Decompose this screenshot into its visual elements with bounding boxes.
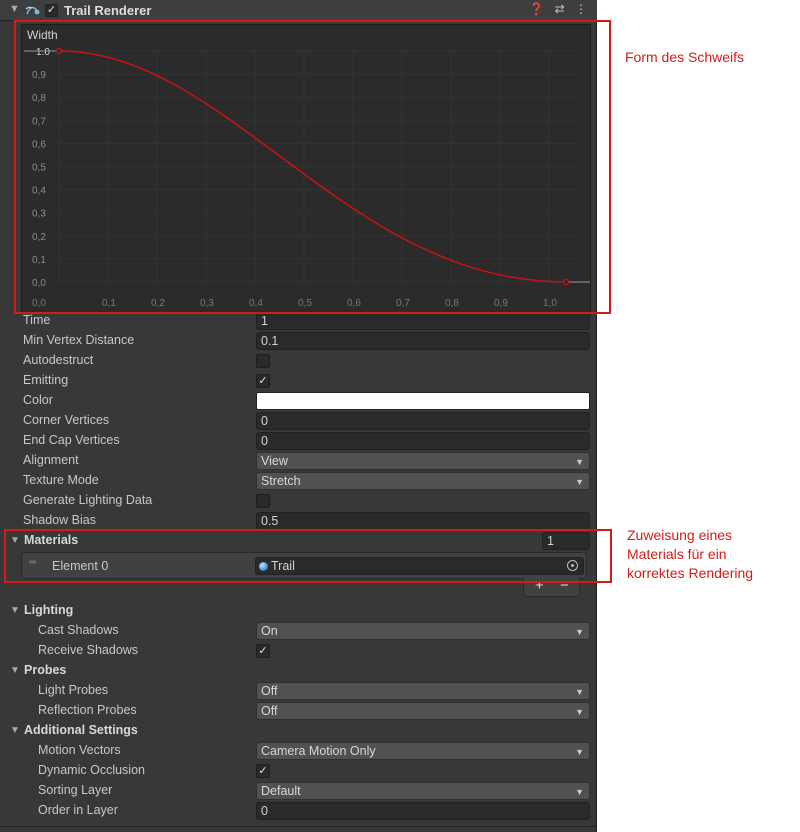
dropdown-arrow-icon: ▼ (575, 477, 584, 487)
sorting-layer-value: Default (261, 784, 301, 798)
receive-shadows-row: Receive Shadows ✓ (0, 641, 597, 661)
dynamic-occlusion-label: Dynamic Occlusion (38, 763, 145, 777)
receive-shadows-label: Receive Shadows (38, 643, 139, 657)
generate-lighting-data-label: Generate Lighting Data (23, 493, 153, 507)
lighting-header[interactable]: ▼ Lighting (0, 601, 597, 621)
dynamic-occlusion-row: Dynamic Occlusion ✓ (0, 761, 597, 781)
sorting-layer-label: Sorting Layer (38, 783, 113, 797)
min-vertex-distance-row: Min Vertex Distance 0.1 (0, 331, 597, 351)
reflection-probes-row: Reflection Probes Off ▼ (0, 701, 597, 721)
light-probes-label: Light Probes (38, 683, 109, 697)
dropdown-arrow-icon: ▼ (575, 707, 584, 717)
trail-renderer-icon (25, 6, 40, 15)
component-title: Trail Renderer (64, 3, 152, 18)
shadow-bias-label: Shadow Bias (23, 513, 96, 527)
probes-label: Probes (24, 663, 67, 677)
corner-vertices-field[interactable]: 0 (256, 412, 590, 430)
dropdown-arrow-icon: ▼ (575, 457, 584, 467)
sorting-layer-dropdown[interactable]: Default ▼ (256, 782, 590, 800)
order-in-layer-field[interactable]: 0 (256, 802, 590, 820)
alignment-row: Alignment View ▼ (0, 451, 597, 471)
motion-vectors-value: Camera Motion Only (261, 744, 376, 758)
material-annotation-text: Zuweisung eines Materials für ein korrek… (627, 526, 753, 583)
corner-vertices-label: Corner Vertices (23, 413, 110, 427)
color-swatch[interactable] (256, 392, 590, 410)
end-cap-vertices-label: End Cap Vertices (23, 433, 120, 447)
sorting-layer-row: Sorting Layer Default ▼ (0, 781, 597, 801)
lighting-label: Lighting (24, 603, 74, 617)
alignment-dropdown[interactable]: View ▼ (256, 452, 590, 470)
curve-annotation-box (14, 20, 611, 314)
component-header[interactable]: ▼ ✓ Trail Renderer ❓ ⇄ ⋮ (0, 0, 597, 21)
autodestruct-checkbox[interactable] (256, 354, 270, 368)
motion-vectors-row: Motion Vectors Camera Motion Only ▼ (0, 741, 597, 761)
light-probes-row: Light Probes Off ▼ (0, 681, 597, 701)
reflection-probes-label: Reflection Probes (38, 703, 137, 717)
cast-shadows-label: Cast Shadows (38, 623, 119, 637)
emitting-checkbox[interactable]: ✓ (256, 374, 270, 388)
dropdown-arrow-icon: ▼ (575, 787, 584, 797)
time-field[interactable]: 1 (256, 312, 590, 330)
order-in-layer-row: Order in Layer 0 (0, 801, 597, 821)
receive-shadows-checkbox[interactable]: ✓ (256, 644, 270, 658)
min-vertex-distance-label: Min Vertex Distance (23, 333, 135, 347)
panel-divider (0, 826, 597, 827)
material-annotation-line: Zuweisung eines (627, 527, 733, 543)
collapse-arrow-icon[interactable]: ▼ (10, 605, 20, 616)
corner-vertices-row: Corner Vertices 0 (0, 411, 597, 431)
reflection-probes-value: Off (261, 704, 278, 718)
dropdown-arrow-icon: ▼ (575, 747, 584, 757)
shadow-bias-row: Shadow Bias 0.5 (0, 511, 597, 531)
additional-settings-label: Additional Settings (24, 723, 138, 737)
texture-mode-label: Texture Mode (23, 473, 99, 487)
dynamic-occlusion-checkbox[interactable]: ✓ (256, 764, 270, 778)
end-cap-vertices-row: End Cap Vertices 0 (0, 431, 597, 451)
collapse-arrow-icon[interactable]: ▼ (10, 665, 20, 676)
cast-shadows-row: Cast Shadows On ▼ (0, 621, 597, 641)
dropdown-arrow-icon: ▼ (575, 627, 584, 637)
collapse-arrow-icon[interactable]: ▼ (9, 3, 20, 15)
cast-shadows-dropdown[interactable]: On ▼ (256, 622, 590, 640)
material-annotation-line: korrektes Rendering (627, 565, 754, 581)
reflection-probes-dropdown[interactable]: Off ▼ (256, 702, 590, 720)
texture-mode-value: Stretch (261, 474, 301, 488)
light-probes-value: Off (261, 684, 278, 698)
motion-vectors-dropdown[interactable]: Camera Motion Only ▼ (256, 742, 590, 760)
light-probes-dropdown[interactable]: Off ▼ (256, 682, 590, 700)
order-in-layer-label: Order in Layer (38, 803, 118, 817)
generate-lighting-data-row: Generate Lighting Data (0, 491, 597, 511)
color-label: Color (23, 393, 53, 407)
generate-lighting-data-checkbox[interactable] (256, 494, 270, 508)
min-vertex-distance-field[interactable]: 0.1 (256, 332, 590, 350)
collapse-arrow-icon[interactable]: ▼ (10, 725, 20, 736)
autodestruct-label: Autodestruct (23, 353, 94, 367)
dropdown-arrow-icon: ▼ (575, 687, 584, 697)
additional-settings-header[interactable]: ▼ Additional Settings (0, 721, 597, 741)
autodestruct-row: Autodestruct (0, 351, 597, 371)
material-annotation-box (4, 529, 612, 583)
material-annotation-line: Materials für ein (627, 546, 727, 562)
help-icon[interactable]: ❓ (529, 2, 544, 16)
probes-header[interactable]: ▼ Probes (0, 661, 597, 681)
time-row: Time 1 (0, 311, 597, 331)
presets-icon[interactable]: ⇄ (555, 2, 565, 16)
emitting-label: Emitting (23, 373, 69, 387)
texture-mode-row: Texture Mode Stretch ▼ (0, 471, 597, 491)
component-enabled-checkbox[interactable]: ✓ (45, 4, 58, 17)
texture-mode-dropdown[interactable]: Stretch ▼ (256, 472, 590, 490)
end-cap-vertices-field[interactable]: 0 (256, 432, 590, 450)
kebab-menu-icon[interactable]: ⋮ (575, 2, 587, 16)
shadow-bias-field[interactable]: 0.5 (256, 512, 590, 530)
color-row: Color (0, 391, 597, 411)
cast-shadows-value: On (261, 624, 278, 638)
time-label: Time (23, 313, 51, 327)
alignment-value: View (261, 454, 288, 468)
motion-vectors-label: Motion Vectors (38, 743, 121, 757)
emitting-row: Emitting ✓ (0, 371, 597, 391)
alignment-label: Alignment (23, 453, 79, 467)
curve-annotation-text: Form des Schweifs (625, 49, 745, 65)
